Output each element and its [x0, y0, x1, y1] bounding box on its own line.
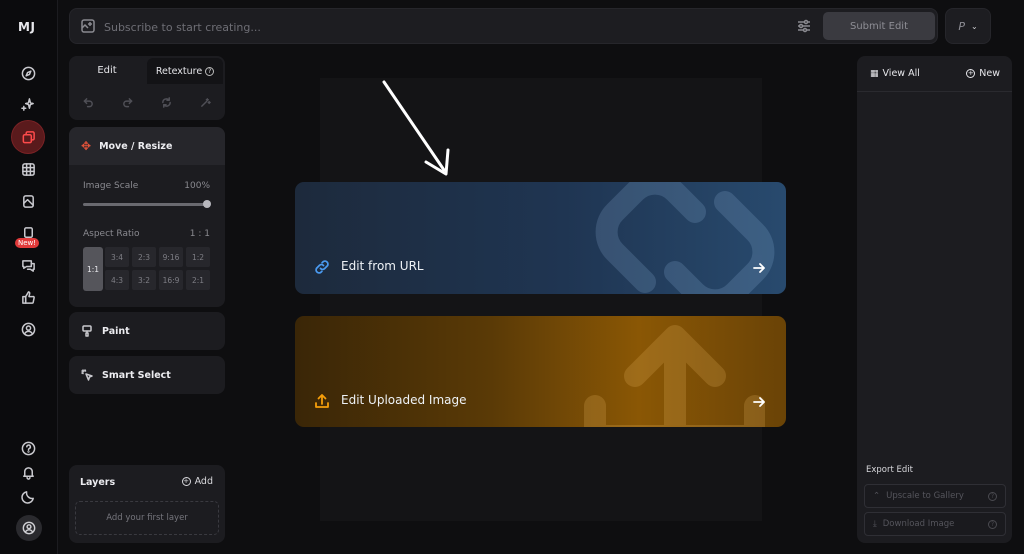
grid-icon: ▦ [870, 68, 879, 79]
aspect-ratio-grid: 1:1 3:4 2:3 9:16 1:2 4:3 3:2 16:9 2:1 [83, 247, 213, 291]
prompt-bar: Submit Edit [69, 8, 938, 44]
edit-from-url-label: Edit from URL [341, 259, 424, 273]
download-image-button[interactable]: ⤓ Download Image ? [864, 512, 1006, 536]
move-resize-label: Move / Resize [99, 140, 173, 152]
ratio-option[interactable]: 1:2 [186, 247, 210, 267]
edit-tabs-card: Edit Retexture ? [69, 56, 225, 120]
image-scale-slider[interactable] [83, 203, 207, 206]
new-badge: New! [15, 238, 40, 248]
smart-select-tool[interactable]: Smart Select [69, 356, 225, 394]
help-icon[interactable]: ? [988, 519, 997, 529]
edit-icon[interactable] [12, 121, 44, 153]
link-icon [313, 258, 331, 276]
ratio-option[interactable]: 2:1 [186, 270, 210, 290]
tab-edit[interactable]: Edit [69, 56, 145, 84]
help-icon: ? [205, 66, 215, 76]
profile-icon[interactable] [16, 515, 42, 541]
add-first-layer-dropzone[interactable]: Add your first layer [75, 501, 219, 535]
view-all-label: View All [882, 68, 920, 79]
ratio-option[interactable]: 3:4 [105, 247, 129, 267]
redo-icon[interactable] [121, 95, 135, 109]
move-icon: ✥ [81, 139, 92, 153]
settings-sliders-icon[interactable] [796, 18, 812, 34]
tab-retexture[interactable]: Retexture ? [147, 58, 223, 84]
app-root: MJ New! Subscribe to start creating... S… [0, 0, 1024, 554]
arrow-right-icon [752, 260, 766, 274]
reset-icon[interactable] [160, 95, 174, 109]
create-icon[interactable] [13, 90, 43, 118]
plus-circle-icon: + [181, 477, 191, 486]
move-resize-header[interactable]: ✥ Move / Resize [69, 127, 225, 165]
upscale-icon: ⌃ [873, 491, 881, 501]
link-watermark-icon [595, 182, 775, 294]
upscale-label: Upscale to Gallery [886, 491, 964, 501]
help-icon[interactable]: ? [988, 491, 997, 501]
explore-icon[interactable] [13, 59, 43, 87]
smart-select-icon [81, 369, 93, 381]
organize-icon[interactable] [13, 155, 43, 183]
aspect-ratio-value: 1 : 1 [189, 229, 210, 239]
upscale-to-gallery-button[interactable]: ⌃ Upscale to Gallery ? [864, 484, 1006, 508]
ratio-option[interactable]: 2:3 [132, 247, 156, 267]
ratio-option[interactable]: 9:16 [159, 247, 183, 267]
ratio-option[interactable]: 4:3 [105, 270, 129, 290]
prompt-input[interactable] [104, 17, 604, 37]
personalize-icon[interactable] [13, 187, 43, 215]
new-edit-button[interactable]: + New [966, 68, 1000, 79]
new-label: New [979, 68, 1000, 79]
view-all-button[interactable]: ▦ View All [870, 68, 920, 79]
history-toolbar [69, 90, 225, 114]
undo-icon[interactable] [82, 95, 96, 109]
aspect-ratio-label: Aspect Ratio [83, 229, 140, 239]
smart-select-label: Smart Select [102, 369, 171, 381]
export-edit-title: Export Edit [866, 465, 913, 475]
image-scale-value: 100% [184, 181, 210, 191]
paint-tool[interactable]: Paint [69, 312, 225, 350]
pointer-arrow-annotation [378, 78, 458, 182]
chat-icon[interactable] [13, 251, 43, 279]
layers-panel: Layers + Add Add your first layer [69, 465, 225, 543]
add-layer-button[interactable]: + Add [181, 476, 213, 487]
submit-edit-button[interactable]: Submit Edit [823, 12, 935, 40]
tab-retexture-label: Retexture [155, 65, 203, 77]
move-resize-panel: ✥ Move / Resize Image Scale 100% Aspect … [69, 127, 225, 307]
ratio-option-selected[interactable]: 1:1 [83, 247, 103, 291]
theme-icon[interactable] [13, 482, 43, 510]
upload-watermark-icon [584, 325, 765, 427]
edits-panel-header: ▦ View All + New [857, 56, 1012, 92]
paint-label: Paint [102, 325, 130, 337]
profile-label: P [958, 19, 965, 33]
tasks-icon[interactable] [13, 283, 43, 311]
edit-uploaded-image-label: Edit Uploaded Image [341, 393, 467, 407]
arrow-right-icon [752, 394, 766, 408]
ratio-option[interactable]: 3:2 [132, 270, 156, 290]
add-layer-label: Add [194, 476, 213, 487]
edits-panel: ▦ View All + New Export Edit ⌃ Upscale t… [857, 56, 1012, 543]
download-label: Download Image [882, 519, 955, 529]
plus-circle-icon: + [966, 69, 976, 78]
image-scale-label: Image Scale [83, 181, 139, 191]
magic-icon[interactable] [199, 95, 213, 109]
ratio-option[interactable]: 16:9 [159, 270, 183, 290]
image-scale-slider-thumb[interactable] [203, 200, 211, 208]
chevron-down-icon: ⌄ [970, 21, 978, 31]
edit-uploaded-image-card[interactable]: Edit Uploaded Image [295, 316, 786, 427]
add-image-icon[interactable] [80, 18, 96, 34]
layers-title: Layers [80, 477, 116, 488]
upload-icon [313, 392, 331, 410]
account-icon[interactable] [13, 315, 43, 343]
edit-from-url-card[interactable]: Edit from URL [295, 182, 786, 294]
left-rail: MJ New! [0, 0, 58, 554]
logo[interactable]: MJ [18, 20, 35, 34]
profile-dropdown[interactable]: P ⌄ [945, 8, 991, 44]
paint-brush-icon [82, 325, 92, 337]
download-icon: ⤓ [873, 519, 877, 529]
